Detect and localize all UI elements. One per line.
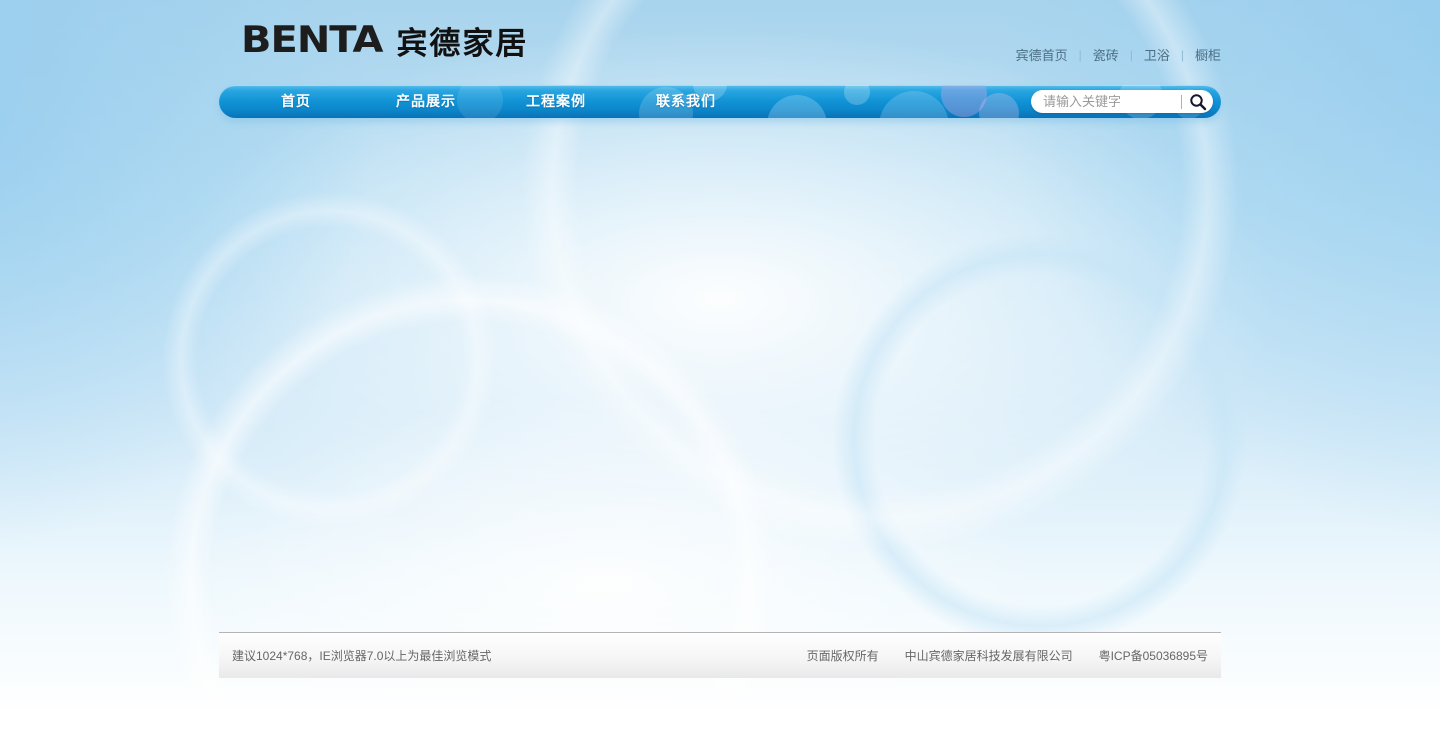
nav-item-cases[interactable]: 工程案例 xyxy=(491,85,621,118)
nav-menu: 首页 产品展示 工程案例 联系我们 xyxy=(231,85,751,118)
brand-logo-text-en: BENTA xyxy=(241,19,382,61)
footer: 建议1024*768，IE浏览器7.0以上为最佳浏览模式 页面版权所有 中山宾德… xyxy=(219,632,1221,678)
search-input[interactable] xyxy=(1043,94,1179,109)
top-link-separator: | xyxy=(1130,48,1133,62)
top-link-bathroom[interactable]: 卫浴 xyxy=(1144,45,1170,64)
footer-icp-number: 粤ICP备05036895号 xyxy=(1099,647,1208,664)
header: BENTA 宾德家居 宾德首页 | 瓷砖 | 卫浴 | 橱柜 xyxy=(219,0,1221,85)
nav-item-home[interactable]: 首页 xyxy=(231,85,361,118)
brand-logo-text-cn: 宾德家居 xyxy=(396,18,528,63)
footer-copyright-block: 页面版权所有 中山宾德家居科技发展有限公司 粤ICP备05036895号 xyxy=(781,647,1208,664)
nav-item-products[interactable]: 产品展示 xyxy=(361,85,491,118)
top-link-separator: | xyxy=(1079,48,1082,62)
main-content-area xyxy=(0,118,1440,632)
search-box xyxy=(1031,90,1213,113)
search-icon xyxy=(1189,93,1207,111)
nav-wrapper: 首页 产品展示 工程案例 联系我们 xyxy=(219,85,1221,118)
search-button[interactable] xyxy=(1187,91,1209,113)
nav-item-contact[interactable]: 联系我们 xyxy=(621,85,751,118)
footer-company-name: 中山宾德家居科技发展有限公司 xyxy=(905,647,1073,664)
search-divider xyxy=(1181,95,1182,109)
top-links: 宾德首页 | 瓷砖 | 卫浴 | 橱柜 xyxy=(1016,45,1221,64)
brand-logo[interactable]: BENTA 宾德家居 xyxy=(241,17,528,63)
footer-browser-note: 建议1024*768，IE浏览器7.0以上为最佳浏览模式 xyxy=(232,647,491,664)
top-link-separator: | xyxy=(1181,48,1184,62)
footer-copyright-label: 页面版权所有 xyxy=(807,647,879,664)
top-link-tiles[interactable]: 瓷砖 xyxy=(1093,45,1119,64)
top-link-home[interactable]: 宾德首页 xyxy=(1016,45,1068,64)
navbar: 首页 产品展示 工程案例 联系我们 xyxy=(219,85,1221,118)
top-link-cabinet[interactable]: 橱柜 xyxy=(1195,45,1221,64)
